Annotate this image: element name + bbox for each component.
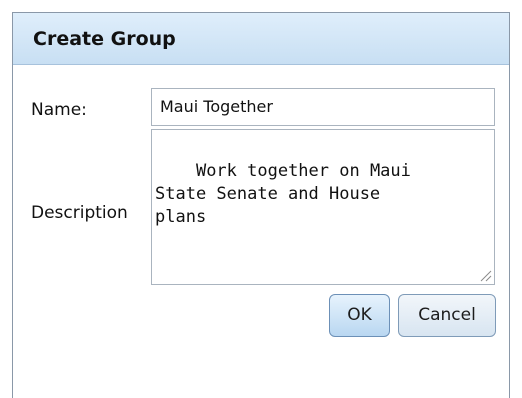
- description-label: Description: [31, 203, 128, 223]
- description-textarea[interactable]: Work together on Maui State Senate and H…: [151, 129, 495, 285]
- name-label: Name:: [31, 100, 87, 120]
- ok-button[interactable]: OK: [329, 294, 390, 337]
- name-input[interactable]: Maui Together: [151, 88, 495, 126]
- cancel-button[interactable]: Cancel: [398, 294, 496, 337]
- resize-grip-icon[interactable]: [478, 268, 492, 282]
- dialog-titlebar[interactable]: Create Group: [13, 13, 509, 65]
- dialog-title: Create Group: [33, 28, 176, 50]
- create-group-dialog: Create Group Name: Maui Together Descrip…: [12, 12, 510, 398]
- description-text: Work together on Maui State Senate and H…: [155, 161, 411, 227]
